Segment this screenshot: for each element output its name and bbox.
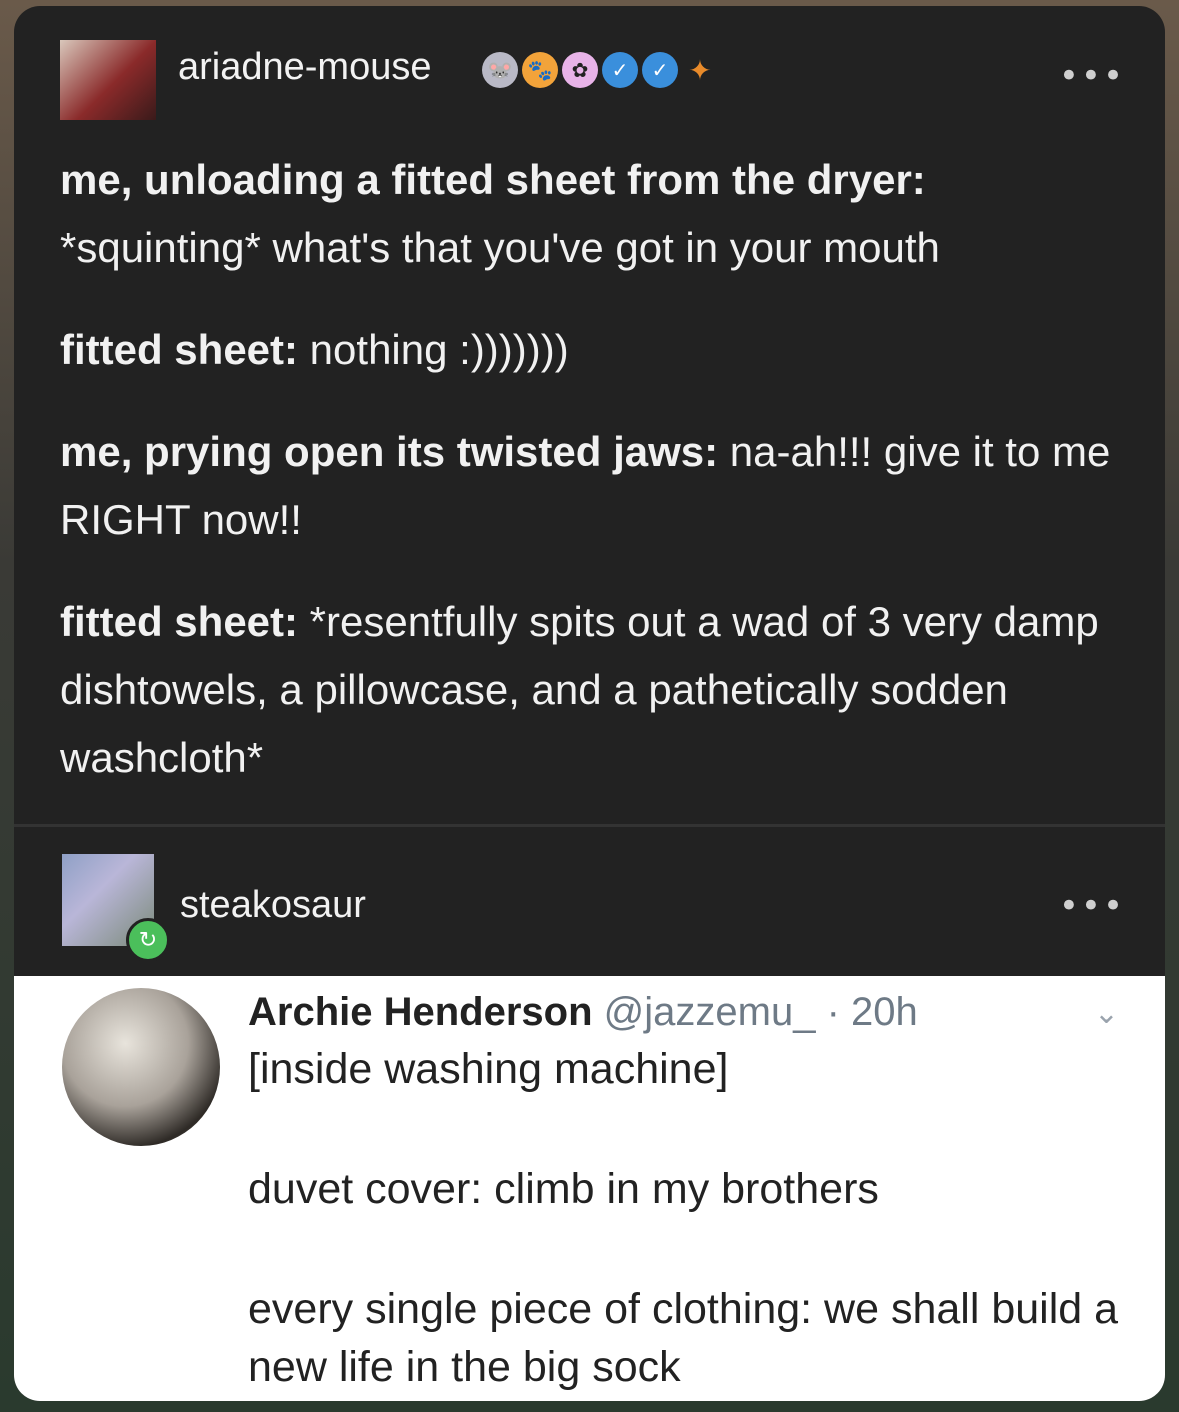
post-line: me, prying open its twisted jaws: na-ah!…: [60, 428, 1111, 543]
flower-badge-icon[interactable]: ✿: [562, 52, 598, 88]
verified-badge-icon[interactable]: ✓: [642, 52, 678, 88]
post-body: me, unloading a fitted sheet from the dr…: [60, 146, 1120, 826]
tweet-paragraph: [inside washing machine]: [248, 1045, 729, 1093]
mouse-badge-icon[interactable]: 🐭: [482, 52, 518, 88]
divider: [14, 824, 1165, 827]
post-line: me, unloading a fitted sheet from the dr…: [60, 156, 940, 271]
tweet-time: · 20h: [826, 990, 918, 1034]
tweet-author-name: Archie Henderson: [248, 990, 593, 1034]
chevron-down-icon: ⌄: [1093, 997, 1119, 1030]
tweet-paragraph: every single piece of clothing: we shall…: [248, 1285, 1119, 1391]
tweet-screenshot: Archie Henderson @jazzemu_ · 20h ⌄ [insi…: [14, 976, 1165, 1401]
reblog-icon: ↻: [126, 918, 170, 962]
paw-badge-icon[interactable]: 🐾: [522, 52, 558, 88]
tweet-author: Archie Henderson @jazzemu_ · 20h: [248, 990, 918, 1035]
username[interactable]: ariadne-mouse: [178, 46, 431, 89]
tweet-paragraph: duvet cover: climb in my brothers: [248, 1165, 879, 1213]
post-line: fitted sheet: *resentfully spits out a w…: [60, 598, 1099, 781]
verified-badge-icon[interactable]: ✓: [602, 52, 638, 88]
badges: 🐭 🐾 ✿ ✓ ✓ ✦: [482, 50, 718, 90]
reblog-username[interactable]: steakosaur: [180, 884, 366, 927]
post-line: fitted sheet: nothing :))))))): [60, 326, 569, 373]
avatar: [62, 988, 220, 1146]
more-options-icon[interactable]: •••: [1059, 56, 1125, 96]
post-header: ariadne-mouse 🐭 🐾 ✿ ✓ ✓ ✦ •••: [14, 6, 1165, 126]
tweet-text: [inside washing machine] duvet cover: cl…: [248, 1040, 1128, 1401]
more-options-icon[interactable]: •••: [1059, 886, 1125, 926]
post-card: ariadne-mouse 🐭 🐾 ✿ ✓ ✓ ✦ ••• me, unload…: [14, 6, 1165, 1401]
avatar[interactable]: [60, 40, 156, 120]
crab-badge-icon[interactable]: ✦: [682, 52, 718, 88]
tweet-handle: @jazzemu_: [603, 990, 816, 1034]
